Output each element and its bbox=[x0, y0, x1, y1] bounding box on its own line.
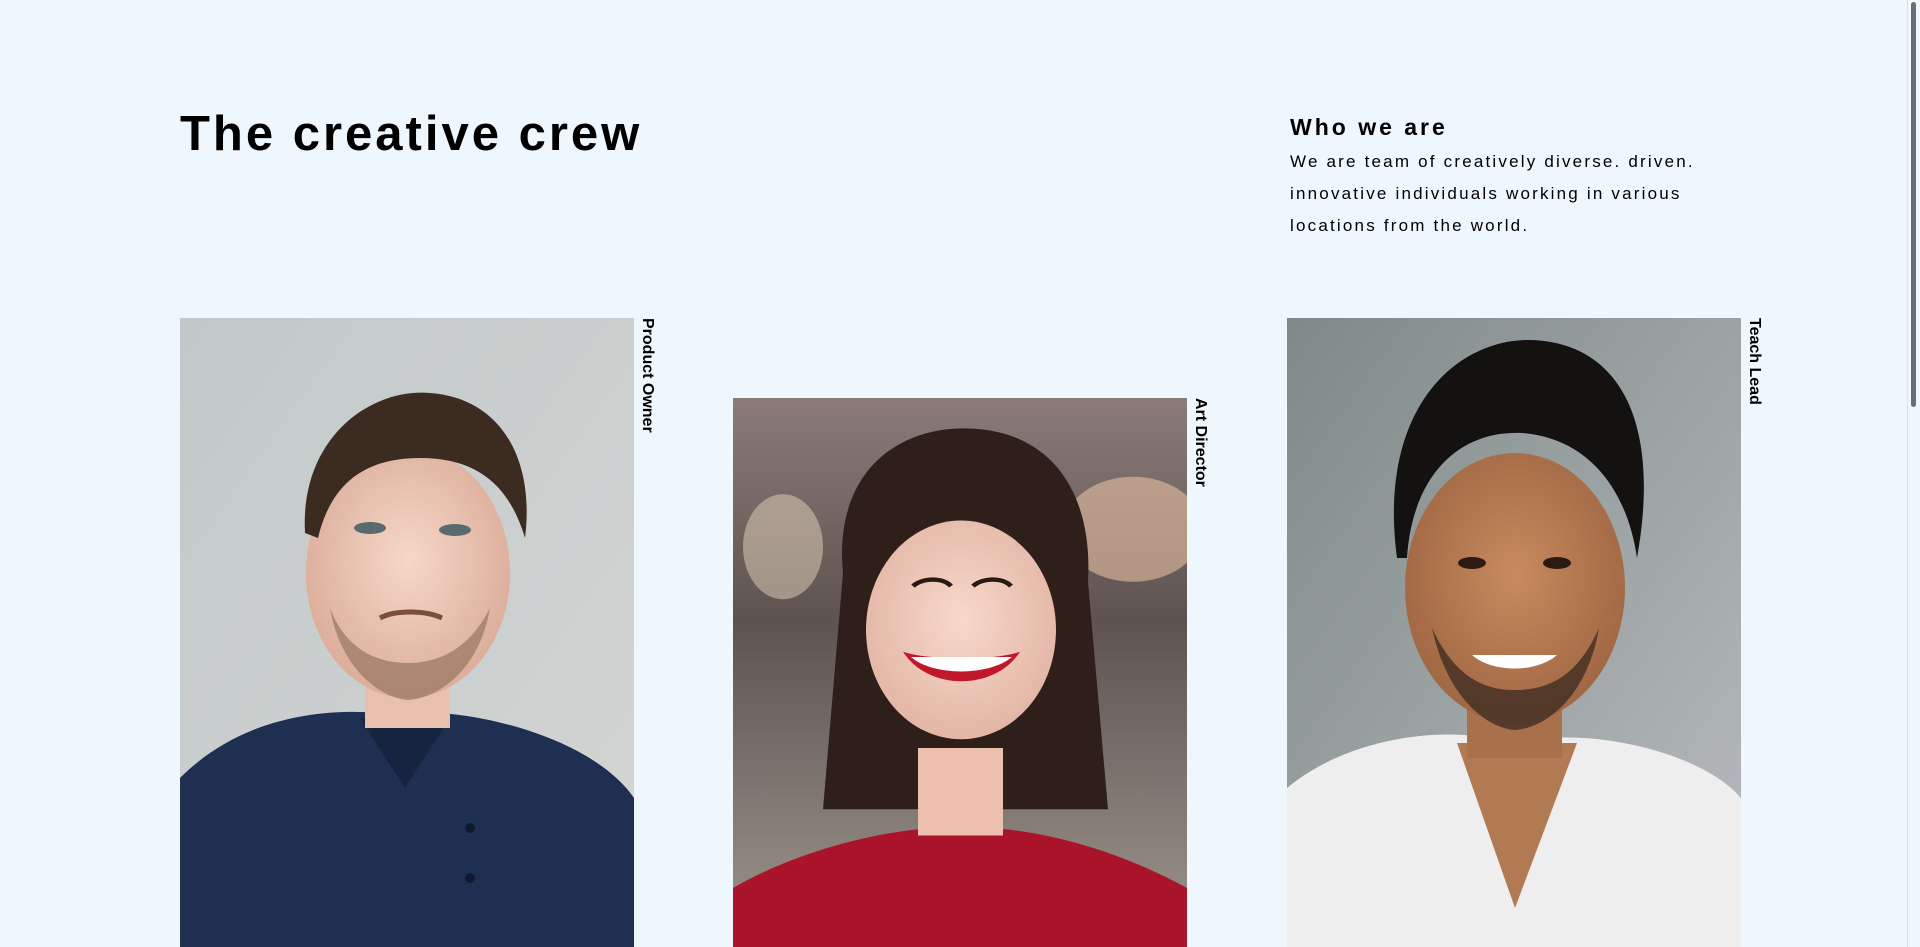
team-page: The creative crew Who we are We are team… bbox=[0, 0, 1920, 947]
page-title: The creative crew bbox=[180, 107, 643, 161]
about-heading: Who we are bbox=[1290, 114, 1448, 140]
member-role: Product Owner bbox=[639, 318, 656, 433]
about-section: Who we are We are team of creatively div… bbox=[1290, 112, 1760, 242]
member-role: Teach Lead bbox=[1746, 318, 1763, 405]
about-text: We are team of creatively diverse. drive… bbox=[1290, 152, 1695, 235]
member-photo bbox=[1287, 318, 1741, 947]
member-photo bbox=[180, 318, 634, 947]
team-member-card: Product Owner bbox=[180, 318, 656, 947]
member-role: Art Director bbox=[1192, 398, 1209, 487]
scrollbar-thumb[interactable] bbox=[1911, 2, 1916, 407]
page-scrollbar[interactable] bbox=[1907, 0, 1920, 947]
team-member-card: Art Director bbox=[733, 398, 1209, 947]
team-member-card: Teach Lead bbox=[1287, 318, 1763, 947]
member-photo bbox=[733, 398, 1187, 947]
